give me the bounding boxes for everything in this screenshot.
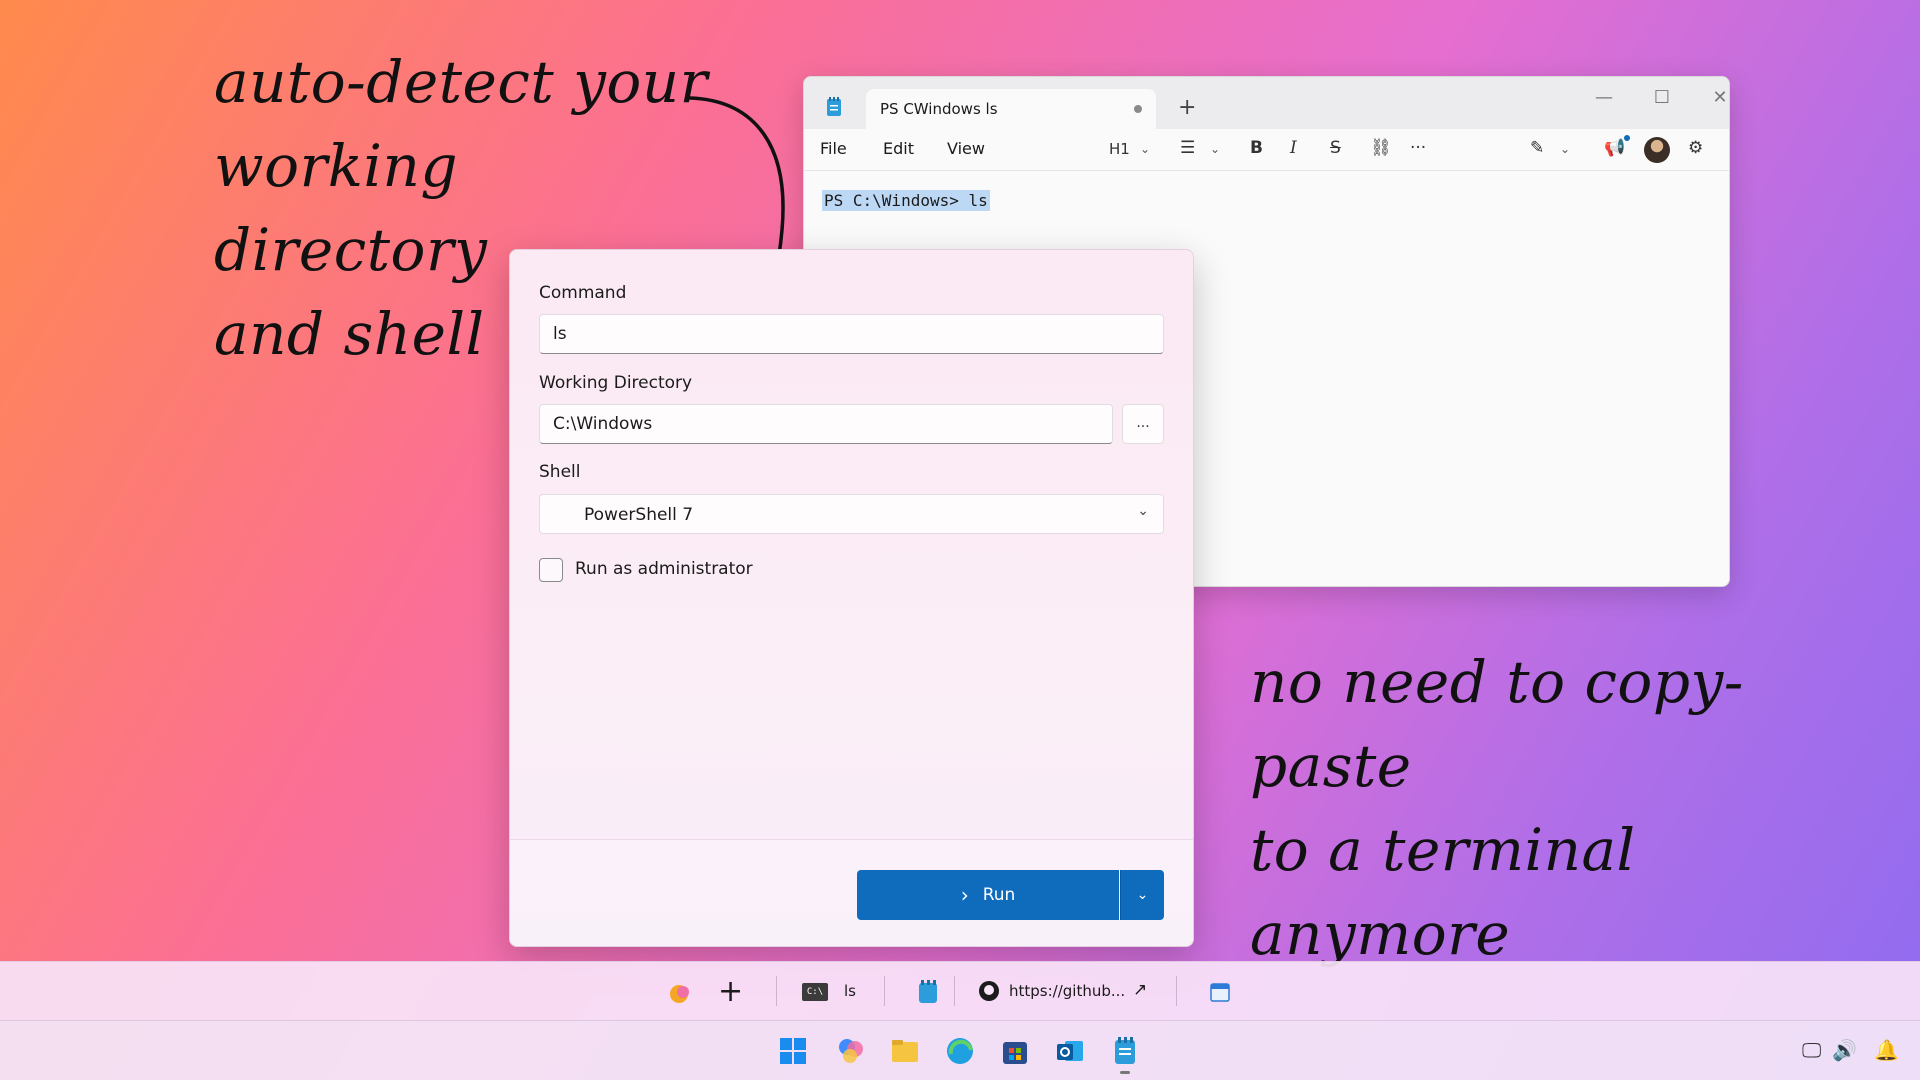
shell-select[interactable]: PowerShell 7 ⌄ <box>539 494 1164 534</box>
annotation-bottom-right: no need to copy-paste to a terminal anym… <box>1250 640 1890 976</box>
shell-selected-value: PowerShell 7 <box>584 505 694 525</box>
chevron-down-icon: ⌄ <box>1136 887 1149 903</box>
divider <box>884 976 885 1006</box>
chevron-down-icon[interactable]: ⌄ <box>1210 142 1220 156</box>
selected-text[interactable]: PS C:\Windows> ls <box>822 190 990 211</box>
gear-icon[interactable]: ⚙ <box>1688 138 1703 158</box>
link-icon[interactable]: ⛓ <box>1370 138 1392 158</box>
run-button-label: Run <box>982 885 1016 905</box>
notepad-app-icon <box>827 97 841 116</box>
divider <box>954 976 955 1006</box>
strikethrough-button[interactable]: S <box>1330 138 1341 158</box>
divider <box>1176 976 1177 1006</box>
menu-view[interactable]: View <box>947 139 985 158</box>
run-options-button[interactable]: ⌄ <box>1120 870 1164 920</box>
external-link-icon[interactable]: ↗ <box>1133 980 1147 1000</box>
more-button[interactable]: ··· <box>1410 138 1426 158</box>
terminal-item-label[interactable]: ls <box>844 982 856 1000</box>
active-app-indicator <box>1120 1071 1130 1074</box>
run-button[interactable]: › Run <box>857 870 1119 920</box>
title-bar: PS CWindows ls + — ☐ ✕ <box>804 77 1729 129</box>
browse-button[interactable]: ... <box>1122 404 1164 444</box>
annotation-line: no need to copy-paste <box>1250 648 1744 800</box>
maximize-button[interactable]: ☐ <box>1642 87 1682 108</box>
new-tab-button[interactable]: + <box>1178 95 1196 120</box>
start-icon[interactable] <box>778 1036 808 1066</box>
copilot-pen-icon[interactable]: ✎ <box>1530 138 1544 158</box>
network-icon[interactable]: 🖵 <box>1802 1038 1821 1062</box>
terminal-icon[interactable]: C:\ <box>802 983 828 1001</box>
notepad-icon[interactable] <box>918 980 938 1004</box>
store-icon[interactable] <box>1000 1036 1030 1066</box>
copilot-icon[interactable] <box>836 1036 866 1066</box>
volume-icon[interactable]: 🔊 <box>1832 1038 1857 1062</box>
chevron-right-icon: › <box>960 883 969 907</box>
run-as-admin-label[interactable]: Run as administrator <box>575 559 753 579</box>
dialog-footer: › Run ⌄ <box>510 839 1193 946</box>
unsaved-dot-icon[interactable] <box>1134 105 1142 113</box>
list-icon[interactable]: ☰ <box>1180 138 1195 158</box>
notification-bell-icon[interactable]: 🔔 <box>1874 1038 1899 1062</box>
shell-label: Shell <box>539 462 581 482</box>
chevron-down-icon[interactable]: ⌄ <box>1140 142 1150 156</box>
menu-bar: File Edit View H1 ⌄ ☰ ⌄ B I S ⛓ ··· ✎ ⌄ … <box>804 129 1729 171</box>
menu-edit[interactable]: Edit <box>883 139 914 158</box>
command-label: Command <box>539 283 627 303</box>
edge-browser-icon[interactable] <box>945 1036 975 1066</box>
taskbar: 🖵 🔊 🔔 <box>0 1020 1920 1080</box>
add-button[interactable]: + <box>718 974 743 1009</box>
announcement-icon[interactable]: 📢 <box>1604 138 1625 158</box>
github-link-label[interactable]: https://github... <box>1009 982 1125 1000</box>
minimize-button[interactable]: — <box>1584 87 1624 108</box>
document-tab[interactable]: PS CWindows ls <box>866 89 1156 129</box>
run-dialog: Command ls Working Directory C:\Windows … <box>509 249 1194 947</box>
working-directory-input[interactable]: C:\Windows <box>539 404 1113 444</box>
file-explorer-icon[interactable] <box>890 1036 920 1066</box>
annotation-line: to a terminal anymore <box>1250 816 1636 968</box>
notification-dot-icon <box>1624 135 1630 141</box>
working-directory-label: Working Directory <box>539 373 693 393</box>
bold-button[interactable]: B <box>1250 138 1263 158</box>
heading-dropdown[interactable]: H1 <box>1109 140 1130 158</box>
command-input[interactable]: ls <box>539 314 1164 354</box>
chevron-down-icon[interactable]: ⌄ <box>1560 142 1570 156</box>
tab-title: PS CWindows ls <box>880 100 998 118</box>
chevron-down-icon: ⌄ <box>1137 503 1149 519</box>
run-as-admin-checkbox[interactable] <box>539 558 563 582</box>
copilot-chat-icon[interactable] <box>668 980 694 1006</box>
avatar[interactable] <box>1644 137 1670 163</box>
menu-file[interactable]: File <box>820 139 847 158</box>
notepad-taskbar-icon[interactable] <box>1110 1036 1140 1066</box>
close-button[interactable]: ✕ <box>1700 87 1729 108</box>
divider <box>776 976 777 1006</box>
editor-area[interactable]: PS C:\Windows> ls <box>804 171 1729 230</box>
annotation-line: auto-detect your <box>214 48 708 116</box>
github-icon[interactable] <box>978 980 1000 1002</box>
italic-button[interactable]: I <box>1290 138 1297 158</box>
command-palette-dock: + C:\ ls https://github... ↗ <box>0 961 1920 1020</box>
outlook-icon[interactable] <box>1055 1036 1085 1066</box>
calendar-icon[interactable] <box>1210 982 1230 1002</box>
